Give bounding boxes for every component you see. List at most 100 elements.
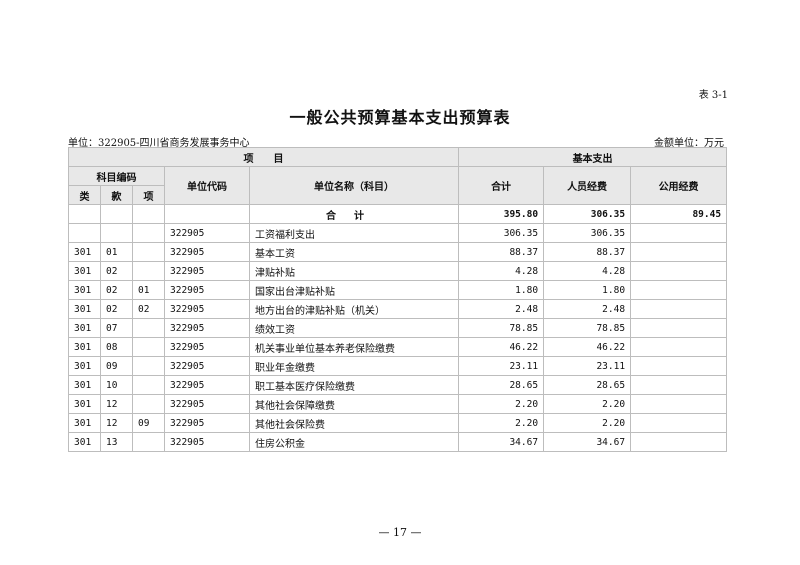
- personnel-cell: 88.37: [543, 242, 632, 262]
- table-row: 301 13 322905 住房公积金 34.67 34.67: [68, 432, 728, 452]
- lei-cell: 301: [68, 356, 101, 376]
- kuan-cell: 02: [100, 299, 133, 319]
- kuan-cell: [100, 223, 133, 243]
- personnel-cell: 46.22: [543, 337, 632, 357]
- table-row: 301 08 322905 机关事业单位基本养老保险缴费 46.22 46.22: [68, 337, 728, 357]
- public-cell: [630, 242, 728, 262]
- table-row: 301 02 322905 津贴补贴 4.28 4.28: [68, 261, 728, 281]
- xiang-cell: [132, 394, 165, 414]
- table-row: 301 02 01 322905 国家出台津贴补贴 1.80 1.80: [68, 280, 728, 300]
- lei-cell: 301: [68, 280, 101, 300]
- xiang-cell: 02: [132, 299, 165, 319]
- xiang-cell: [132, 337, 165, 357]
- total-cell: 2.20: [458, 394, 545, 414]
- lei-cell: 301: [68, 242, 101, 262]
- total-cell: 28.65: [458, 375, 545, 395]
- unit-code-cell: 322905: [164, 375, 250, 395]
- table-row: 301 01 322905 基本工资 88.37 88.37: [68, 242, 728, 262]
- total-lei-cell: [68, 204, 101, 224]
- unit-name-cell: 工资福利支出: [248, 223, 460, 243]
- xiang-cell: 01: [132, 280, 165, 300]
- xiang-cell: [132, 242, 165, 262]
- unit-code-cell: 322905: [164, 337, 250, 357]
- unit-code-cell: 322905: [164, 280, 250, 300]
- lei-cell: 301: [68, 394, 101, 414]
- personnel-cell: 4.28: [543, 261, 632, 281]
- personnel-cell: 78.85: [543, 318, 632, 338]
- lei-cell: 301: [68, 261, 101, 281]
- unit-name-cell: 津贴补贴: [248, 261, 460, 281]
- public-cell: [630, 413, 728, 433]
- kuan-cell: 02: [100, 261, 133, 281]
- lei-cell: 301: [68, 432, 101, 452]
- header-total: 合计: [458, 166, 545, 205]
- public-cell: [630, 432, 728, 452]
- kuan-cell: 07: [100, 318, 133, 338]
- header-row-1: 项 目 基本支出: [67, 147, 728, 167]
- header-basic-expense: 基本支出: [458, 147, 728, 167]
- personnel-cell: 2.20: [543, 413, 632, 433]
- unit-code-cell: 322905: [164, 394, 250, 414]
- personnel-cell: 28.65: [543, 375, 632, 395]
- personnel-cell: 2.20: [543, 394, 632, 414]
- public-cell: [630, 299, 728, 319]
- total-cell: 1.80: [458, 280, 545, 300]
- page-title: 一般公共预算基本支出预算表: [289, 108, 511, 127]
- unit-name-cell: 住房公积金: [248, 432, 460, 452]
- unit-name-cell: 职工基本医疗保险缴费: [248, 375, 460, 395]
- total-cell: 34.67: [458, 432, 545, 452]
- kuan-cell: 13: [100, 432, 133, 452]
- lei-cell: 301: [68, 337, 101, 357]
- total-cell: 2.20: [458, 413, 545, 433]
- public-cell: [630, 223, 728, 243]
- xiang-cell: [132, 223, 165, 243]
- public-cell: [630, 337, 728, 357]
- total-cell: 306.35: [458, 223, 545, 243]
- lei-cell: 301: [68, 375, 101, 395]
- unit-code-cell: 322905: [164, 432, 250, 452]
- total-public: 89.45: [630, 204, 728, 224]
- header-public: 公用经费: [630, 166, 728, 205]
- kuan-cell: 10: [100, 375, 133, 395]
- personnel-cell: 34.67: [543, 432, 632, 452]
- unit-code-cell: 322905: [164, 356, 250, 376]
- unit-name-cell: 绩效工资: [248, 318, 460, 338]
- table-row: 301 12 09 322905 其他社会保险费 2.20 2.20: [68, 413, 728, 433]
- public-cell: [630, 318, 728, 338]
- total-cell: 23.11: [458, 356, 545, 376]
- table-row: 301 09 322905 职业年金缴费 23.11 23.11: [68, 356, 728, 376]
- total-label: 合计: [248, 204, 460, 224]
- header-xiang: 项: [132, 185, 165, 205]
- unit-name-cell: 地方出台的津贴补贴（机关）: [248, 299, 460, 319]
- public-cell: [630, 394, 728, 414]
- unit-name-cell: 国家出台津贴补贴: [248, 280, 460, 300]
- personnel-cell: 23.11: [543, 356, 632, 376]
- total-cell: 46.22: [458, 337, 545, 357]
- lei-cell: 301: [68, 318, 101, 338]
- xiang-cell: [132, 432, 165, 452]
- lei-cell: [68, 223, 101, 243]
- lei-cell: 301: [68, 299, 101, 319]
- total-cell: 78.85: [458, 318, 545, 338]
- unit-code-cell: 322905: [164, 242, 250, 262]
- total-unit-code-cell: [164, 204, 250, 224]
- unit-name-cell: 基本工资: [248, 242, 460, 262]
- kuan-cell: 09: [100, 356, 133, 376]
- header-unit-code: 单位代码: [164, 166, 250, 205]
- xiang-cell: [132, 261, 165, 281]
- header-kuan: 款: [100, 185, 133, 205]
- total-kuan-cell: [100, 204, 133, 224]
- xiang-cell: [132, 356, 165, 376]
- public-cell: [630, 375, 728, 395]
- unit-name-cell: 其他社会保险费: [248, 413, 460, 433]
- kuan-cell: 12: [100, 394, 133, 414]
- public-cell: [630, 261, 728, 281]
- header-personnel: 人员经费: [543, 166, 632, 205]
- total-cell: 4.28: [458, 261, 545, 281]
- kuan-cell: 08: [100, 337, 133, 357]
- header-lei: 类: [68, 185, 101, 205]
- xiang-cell: [132, 318, 165, 338]
- total-xiang-cell: [132, 204, 165, 224]
- unit-code-cell: 322905: [164, 413, 250, 433]
- unit-code-cell: 322905: [164, 223, 250, 243]
